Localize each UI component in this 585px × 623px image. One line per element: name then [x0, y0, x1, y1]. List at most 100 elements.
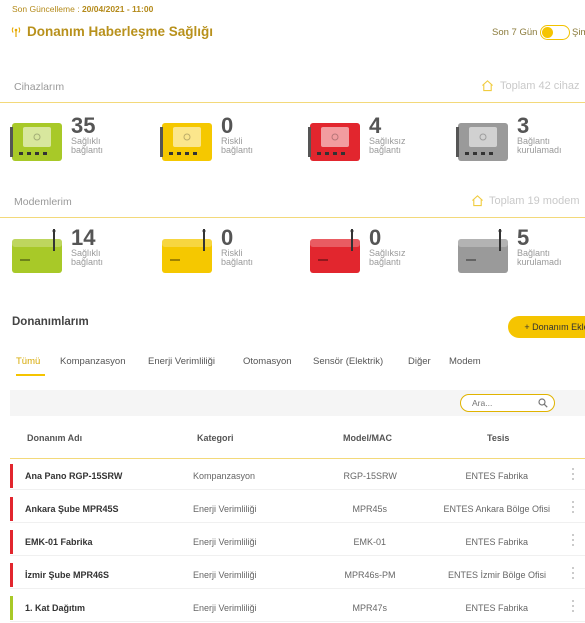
table-header-divider [10, 458, 585, 459]
modems-section-header: Modemlerim Toplam 19 modem [0, 188, 585, 218]
row-menu-icon[interactable] [572, 534, 575, 548]
modem-icon [10, 229, 65, 280]
stat-label-line2: bağlantı [221, 257, 254, 267]
row-category: Enerji Verimliliği [193, 603, 257, 613]
status-indicator [10, 530, 13, 554]
device-stat-card[interactable]: 35 Sağlıklı bağlantı [10, 113, 151, 168]
row-site: ENTES Fabrika [465, 603, 529, 613]
row-site: ENTES Ankara Bölge Ofisi [443, 504, 551, 514]
row-name: Ana Pano RGP-15SRW [25, 471, 123, 481]
row-category: Enerji Verimliliği [193, 570, 257, 580]
page-title: Donanım Haberleşme Sağlığı [27, 24, 214, 39]
active-tab-indicator [16, 374, 45, 376]
stat-label: Riskli bağlantı [221, 249, 301, 267]
status-indicator [10, 497, 13, 521]
modem-stat-card[interactable]: 14 Sağlıklı bağlantı [10, 225, 151, 280]
modem-stat-card[interactable]: 0 Riskli bağlantı [160, 225, 301, 280]
modems-label: Modemlerim [14, 196, 72, 208]
stat-label-line2: kurulamadı [517, 257, 562, 267]
add-hardware-button[interactable]: + Donanım Ekle [508, 316, 585, 338]
column-header-site[interactable]: Tesis [487, 433, 509, 443]
modem-icon [456, 229, 511, 280]
device-icon [160, 117, 215, 168]
stat-label: Sağlıksız bağlantı [369, 137, 449, 155]
table-row[interactable]: Ana Pano RGP-15SRW Kompanzasyon RGP-15SRW E… [10, 462, 585, 490]
stat-label-line2: bağlantı [71, 145, 104, 155]
stat-label-line2: bağlantı [71, 257, 104, 267]
row-name: İzmir Şube MPR46S [25, 570, 110, 580]
status-indicator [10, 596, 13, 620]
search-input[interactable] [472, 397, 534, 409]
row-model: RGP-15SRW [343, 471, 397, 481]
modem-icon [160, 229, 215, 280]
status-indicator [10, 464, 13, 488]
row-menu-icon[interactable] [572, 567, 575, 581]
status-indicator [10, 563, 13, 587]
device-stat-card[interactable]: 0 Riskli bağlantı [160, 113, 301, 168]
hardware-title: Donanımlarım [12, 316, 89, 328]
period-label: Son 7 Gün [492, 27, 538, 38]
stat-label-line2: bağlantı [369, 257, 402, 267]
now-label: Şimdi [572, 27, 585, 38]
toggle-knob [542, 27, 553, 38]
row-model: MPR47s [352, 603, 388, 613]
row-name: EMK-01 Fabrika [25, 537, 93, 547]
device-stat-card[interactable]: 4 Sağlıksız bağlantı [308, 113, 449, 168]
row-name: Ankara Şube MPR45S [25, 504, 119, 514]
row-site: ENTES Fabrika [465, 471, 529, 481]
tab-compensation[interactable]: Kompanzasyon [60, 356, 125, 367]
row-menu-icon[interactable] [572, 600, 575, 614]
modem-icon [308, 229, 363, 280]
device-icon [308, 117, 363, 168]
search-bar [10, 390, 585, 416]
tab-energy-efficiency[interactable]: Enerji Verimliliği [148, 356, 215, 367]
tab-all[interactable]: Tümü [16, 356, 40, 367]
stat-label: Sağlıklı bağlantı [71, 249, 151, 267]
devices-section-header: Cihazlarım Toplam 42 cihaz [0, 73, 585, 103]
signal-icon [11, 27, 21, 37]
devices-total: Toplam 42 cihaz [500, 80, 580, 92]
stat-label: Sağlıklı bağlantı [71, 137, 151, 155]
title-row: Donanım Haberleşme Sağlığı Son 7 Gün Şim… [10, 24, 585, 44]
row-model: MPR46s-PM [344, 570, 396, 580]
row-category: Enerji Verimliliği [193, 537, 257, 547]
table-row[interactable]: 1. Kat Dağıtım Enerji Verimliliği MPR47s EN… [10, 594, 585, 622]
row-menu-icon[interactable] [572, 468, 575, 482]
last-updated-label: Son Güncelleme : [12, 4, 80, 14]
row-category: Kompanzasyon [193, 471, 256, 481]
period-toggle[interactable] [540, 25, 570, 40]
tab-other[interactable]: Diğer [408, 356, 431, 367]
row-model: EMK-01 [353, 537, 387, 547]
stat-label: Riskli bağlantı [221, 137, 301, 155]
devices-label: Cihazlarım [14, 81, 65, 93]
tab-modem[interactable]: Modem [449, 356, 481, 367]
tab-automation[interactable]: Otomasyon [243, 356, 292, 367]
column-header-name[interactable]: Donanım Adı [27, 433, 82, 443]
row-site: ENTES Fabrika [465, 537, 529, 547]
search-box[interactable] [460, 394, 555, 412]
last-updated-value: 20/04/2021 - 11:00 [81, 4, 154, 14]
stat-label: Bağlantı kurulamadı [517, 137, 585, 155]
stat-label-line2: kurulamadı [517, 145, 562, 155]
column-header-model[interactable]: Model/MAC [343, 433, 392, 443]
stat-label: Bağlantı kurulamadı [517, 249, 585, 267]
device-icon [10, 117, 65, 168]
modem-stat-card[interactable]: 5 Bağlantı kurulamadı [456, 225, 585, 280]
row-menu-icon[interactable] [572, 501, 575, 515]
tab-sensor[interactable]: Sensör (Elektrik) [313, 356, 383, 367]
stat-label-line2: bağlantı [221, 145, 254, 155]
last-updated: Son Güncelleme : 20/04/2021 - 11:00 [12, 4, 153, 14]
modems-total: Toplam 19 modem [489, 195, 580, 207]
row-category: Enerji Verimliliği [193, 504, 257, 514]
column-header-category[interactable]: Kategori [197, 433, 234, 443]
table-row[interactable]: Ankara Şube MPR45S Enerji Verimliliği MPR4… [10, 495, 585, 523]
modem-stat-card[interactable]: 0 Sağlıksız bağlantı [308, 225, 449, 280]
table-row[interactable]: İzmir Şube MPR46S Enerji Verimliliği MPR46… [10, 561, 585, 589]
search-icon[interactable] [538, 398, 548, 408]
device-stat-card[interactable]: 3 Bağlantı kurulamadı [456, 113, 585, 167]
table-row[interactable]: EMK-01 Fabrika Enerji Verimliliği EMK-01 EN… [10, 528, 585, 556]
home-icon [482, 80, 493, 92]
stat-label: Sağlıksız bağlantı [369, 249, 449, 267]
row-site: ENTES İzmir Bölge Ofisi [448, 570, 547, 580]
row-name: 1. Kat Dağıtım [25, 603, 86, 613]
